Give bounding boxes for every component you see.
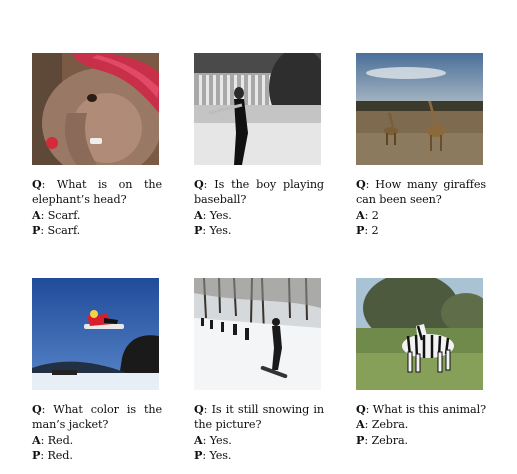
- answer-text: A: Yes.: [194, 207, 232, 222]
- answer-text: A: Zebra.: [356, 417, 409, 432]
- prediction-text: P: 2: [356, 223, 379, 238]
- question-text: Q: What is on the elephant’s head?: [32, 177, 162, 207]
- elephant-image: [32, 53, 159, 165]
- answer-text: A: 2: [356, 207, 379, 222]
- qa-example-2: Q: Is the boy playing baseball? A: Yes. …: [194, 53, 324, 239]
- prediction-text: P: Red.: [32, 448, 73, 463]
- question-text: Q: Is it still snowing in the picture?: [194, 402, 324, 432]
- answer-text: A: Scarf.: [32, 207, 81, 222]
- zebra-image: [356, 278, 483, 390]
- snowboarder-jump-image: [32, 278, 159, 390]
- qa-example-3: Q: How many giraffes can been seen? A: 2…: [356, 53, 486, 239]
- prediction-text: P: Yes.: [194, 448, 232, 463]
- prediction-text: P: Scarf.: [32, 223, 81, 238]
- qa-example-1: Q: What is on the elephant’s head? A: Sc…: [32, 53, 162, 239]
- baseball-boy-image: [194, 53, 321, 165]
- question-text: Q: How many giraffes can been seen?: [356, 177, 486, 207]
- qa-example-4: Q: What color is the man’s jacket? A: Re…: [32, 278, 162, 464]
- prediction-text: P: Zebra.: [356, 432, 408, 447]
- question-text: Q: Is the boy playing baseball?: [194, 177, 324, 207]
- qa-example-6: Q: What is this animal? A: Zebra. P: Zeb…: [356, 278, 486, 448]
- giraffes-image: [356, 53, 483, 165]
- qa-example-5: Q: Is it still snowing in the picture? A…: [194, 278, 324, 464]
- snowy-slope-image: [194, 278, 321, 390]
- answer-text: A: Yes.: [194, 432, 232, 447]
- question-text: Q: What color is the man’s jacket?: [32, 402, 162, 432]
- answer-text: A: Red.: [32, 432, 74, 447]
- prediction-text: P: Yes.: [194, 223, 232, 238]
- question-text: Q: What is this animal?: [356, 402, 486, 416]
